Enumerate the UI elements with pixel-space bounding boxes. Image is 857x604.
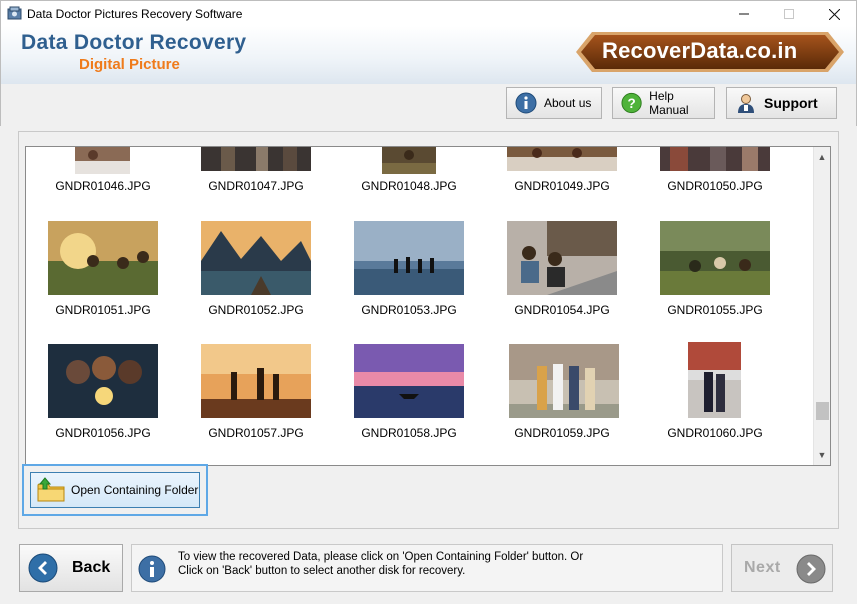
close-icon — [828, 8, 840, 20]
thumbnail-caption: GNDR01050.JPG — [667, 179, 763, 193]
info-icon — [515, 92, 537, 114]
back-arrow-icon — [28, 553, 58, 583]
thumbnail-image — [201, 221, 311, 295]
open-folder-focus-frame: Open Containing Folder — [22, 464, 208, 516]
svg-text:?: ? — [627, 96, 635, 111]
thumbnail-caption: GNDR01060.JPG — [667, 426, 763, 440]
help-manual-button[interactable]: ? Help Manual — [612, 87, 715, 119]
thumbnail-image — [507, 221, 617, 295]
folder-icon — [37, 477, 65, 502]
thumbnail-caption: GNDR01051.JPG — [55, 303, 151, 317]
close-button[interactable] — [811, 1, 857, 27]
info-icon — [138, 555, 166, 583]
thumbnail-image — [75, 147, 130, 174]
thumbnail-caption: GNDR01056.JPG — [55, 426, 151, 440]
thumbnail-caption: GNDR01049.JPG — [514, 179, 610, 193]
help-icon: ? — [621, 92, 642, 114]
brand-title: Data Doctor Recovery — [21, 31, 247, 54]
next-label: Next — [744, 559, 781, 576]
thumbnail-image — [201, 344, 311, 418]
window-title: Data Doctor Pictures Recovery Software — [27, 7, 243, 21]
info-message-box: To view the recovered Data, please click… — [131, 544, 723, 592]
thumbnail-image — [354, 344, 464, 418]
info-message: To view the recovered Data, please click… — [178, 550, 718, 578]
minimize-button[interactable] — [721, 1, 767, 27]
thumbnail-image — [354, 221, 464, 295]
vertical-scrollbar[interactable]: ▲ ▼ — [813, 147, 830, 465]
thumbnail-image — [382, 147, 436, 174]
next-button[interactable]: Next — [731, 544, 833, 592]
thumbnail-image — [688, 342, 741, 418]
thumbnail-caption: GNDR01048.JPG — [361, 179, 457, 193]
thumbnail-image — [660, 221, 770, 295]
info-message-line1: To view the recovered Data, please click… — [178, 551, 584, 563]
thumbnail-caption: GNDR01052.JPG — [208, 303, 304, 317]
thumbnail-caption: GNDR01055.JPG — [667, 303, 763, 317]
bottom-bar: Back To view the recovered Data, please … — [0, 532, 857, 604]
back-button[interactable]: Back — [19, 544, 123, 592]
about-us-button[interactable]: About us — [506, 87, 602, 119]
open-folder-label: Open Containing Folder — [71, 483, 199, 497]
thumbnail-image — [48, 221, 158, 295]
thumbnail-caption: GNDR01047.JPG — [208, 179, 304, 193]
thumbnail-caption: GNDR01057.JPG — [208, 426, 304, 440]
minimize-icon — [739, 13, 749, 15]
thumbnail-image — [507, 147, 617, 171]
scrollbar-thumb[interactable] — [816, 402, 829, 420]
maximize-button[interactable] — [766, 1, 812, 27]
thumbnail-caption: GNDR01053.JPG — [361, 303, 457, 317]
back-label: Back — [72, 559, 111, 576]
support-label: Support — [764, 95, 818, 111]
title-bar: Data Doctor Pictures Recovery Software — [0, 0, 857, 26]
recovered-images-gallery[interactable]: GNDR01046.JPG GNDR01047.JPG GNDR01048.JP… — [25, 146, 831, 466]
thumbnail-caption: GNDR01058.JPG — [361, 426, 457, 440]
thumbnail-image — [48, 344, 158, 418]
help-manual-label: Help Manual — [649, 89, 689, 117]
toolbar: About us ? Help Manual Support — [0, 84, 857, 126]
next-arrow-icon — [796, 554, 826, 584]
logo-text: RecoverData.co.in — [602, 38, 798, 63]
thumbnail-caption: GNDR01046.JPG — [55, 179, 151, 193]
scroll-up-arrow-icon[interactable]: ▲ — [814, 149, 830, 165]
support-person-icon — [738, 94, 754, 113]
thumbnail-caption: GNDR01054.JPG — [514, 303, 610, 317]
app-icon — [7, 6, 22, 20]
header-banner: Data Doctor Recovery Digital Picture Rec… — [0, 26, 857, 84]
thumbnail-image — [201, 147, 311, 171]
thumbnail-image — [660, 147, 770, 171]
maximize-icon — [784, 9, 794, 19]
info-message-line2: Click on 'Back' button to select another… — [178, 565, 466, 577]
thumbnail-image — [509, 344, 619, 418]
thumbnail-caption: GNDR01059.JPG — [514, 426, 610, 440]
support-button[interactable]: Support — [726, 87, 837, 119]
about-us-label: About us — [544, 96, 592, 110]
brand-subtitle: Digital Picture — [79, 56, 180, 73]
open-containing-folder-button[interactable]: Open Containing Folder — [30, 472, 200, 508]
scroll-down-arrow-icon[interactable]: ▼ — [814, 447, 830, 463]
